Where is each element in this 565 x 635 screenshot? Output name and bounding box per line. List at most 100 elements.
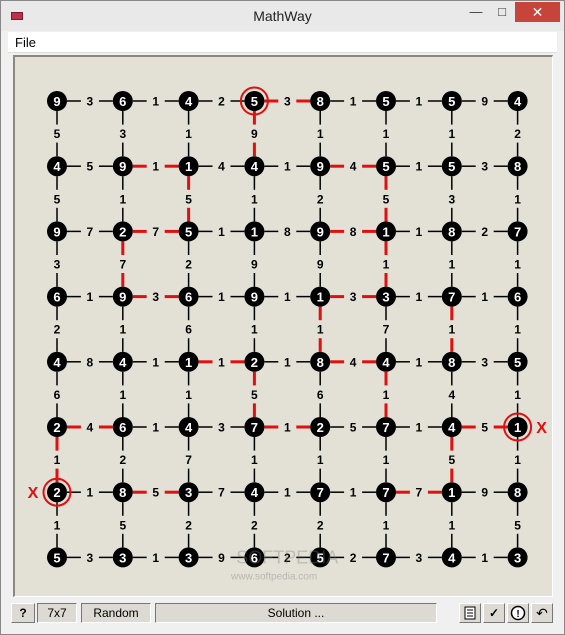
edge-value[interactable]: 5 — [185, 192, 192, 206]
edge-value[interactable]: 4 — [218, 160, 225, 174]
edge-value[interactable]: 3 — [481, 160, 488, 174]
check-button[interactable]: ✓ — [483, 603, 505, 623]
edge-value[interactable]: 3 — [152, 290, 159, 304]
edge-value[interactable]: 1 — [514, 258, 521, 272]
edge-value[interactable]: 2 — [317, 192, 324, 206]
edge-value[interactable]: 1 — [152, 551, 159, 565]
edge-value[interactable]: 1 — [416, 225, 423, 239]
edge-value[interactable]: 1 — [152, 95, 159, 109]
edge-value[interactable]: 3 — [87, 95, 94, 109]
edge-value[interactable]: 7 — [185, 453, 192, 467]
edge-value[interactable]: 7 — [119, 258, 126, 272]
edge-value[interactable]: 3 — [87, 551, 94, 565]
edge-value[interactable]: 1 — [185, 127, 192, 141]
edge-value[interactable]: 1 — [514, 388, 521, 402]
edge-value[interactable]: 1 — [383, 127, 390, 141]
edge-value[interactable]: 1 — [350, 95, 357, 109]
edge-value[interactable]: 5 — [54, 192, 61, 206]
edge-value[interactable]: 1 — [87, 290, 94, 304]
edge-value[interactable]: 1 — [350, 486, 357, 500]
edge-value[interactable]: 1 — [284, 486, 291, 500]
edge-value[interactable]: 1 — [218, 225, 225, 239]
edge-value[interactable]: 1 — [119, 323, 126, 337]
edge-value[interactable]: 2 — [185, 258, 192, 272]
edge-value[interactable]: 2 — [54, 323, 61, 337]
edge-value[interactable]: 9 — [481, 486, 488, 500]
edge-value[interactable]: 1 — [152, 421, 159, 435]
edge-value[interactable]: 9 — [317, 258, 324, 272]
edge-value[interactable]: 5 — [152, 486, 159, 500]
edge-value[interactable]: 2 — [218, 95, 225, 109]
edge-value[interactable]: 1 — [514, 192, 521, 206]
edge-value[interactable]: 3 — [54, 258, 61, 272]
edge-value[interactable]: 1 — [383, 453, 390, 467]
edge-value[interactable]: 1 — [448, 127, 455, 141]
edge-value[interactable]: 5 — [54, 127, 61, 141]
edge-value[interactable]: 1 — [481, 551, 488, 565]
edge-value[interactable]: 5 — [448, 453, 455, 467]
edge-value[interactable]: 1 — [54, 518, 61, 532]
edge-value[interactable]: 5 — [383, 192, 390, 206]
edge-value[interactable]: 8 — [284, 225, 291, 239]
edge-value[interactable]: 2 — [185, 518, 192, 532]
edge-value[interactable]: 3 — [284, 95, 291, 109]
edge-value[interactable]: 7 — [87, 225, 94, 239]
edge-value[interactable]: 3 — [481, 355, 488, 369]
edge-value[interactable]: 1 — [87, 486, 94, 500]
edge-value[interactable]: 7 — [383, 323, 390, 337]
edge-value[interactable]: 5 — [119, 518, 126, 532]
edge-value[interactable]: 5 — [251, 388, 258, 402]
edge-value[interactable]: 4 — [448, 388, 455, 402]
edge-value[interactable]: 9 — [481, 95, 488, 109]
edge-value[interactable]: 1 — [284, 421, 291, 435]
edge-value[interactable]: 1 — [416, 160, 423, 174]
size-button[interactable]: 7x7 — [37, 603, 77, 623]
edge-value[interactable]: 1 — [152, 160, 159, 174]
edge-value[interactable]: 1 — [251, 323, 258, 337]
edge-value[interactable]: 5 — [350, 421, 357, 435]
edge-value[interactable]: 9 — [251, 127, 258, 141]
edge-value[interactable]: 1 — [383, 258, 390, 272]
hint-button[interactable]: ! — [507, 603, 529, 623]
edge-value[interactable]: 1 — [284, 355, 291, 369]
edge-value[interactable]: 1 — [416, 290, 423, 304]
edge-value[interactable]: 1 — [317, 453, 324, 467]
edge-value[interactable]: 6 — [317, 388, 324, 402]
edge-value[interactable]: 2 — [514, 127, 521, 141]
edge-value[interactable]: 1 — [448, 518, 455, 532]
edge-value[interactable]: 1 — [218, 355, 225, 369]
edge-value[interactable]: 8 — [87, 355, 94, 369]
edge-value[interactable]: 1 — [514, 323, 521, 337]
edge-value[interactable]: 2 — [481, 225, 488, 239]
edge-value[interactable]: 1 — [284, 160, 291, 174]
maximize-button[interactable]: □ — [489, 2, 515, 22]
edge-value[interactable]: 2 — [317, 518, 324, 532]
edge-value[interactable]: 3 — [350, 290, 357, 304]
edge-value[interactable]: 1 — [218, 290, 225, 304]
edge-value[interactable]: 1 — [416, 95, 423, 109]
edge-value[interactable]: 3 — [119, 127, 126, 141]
edge-value[interactable]: 7 — [218, 486, 225, 500]
edge-value[interactable]: 3 — [448, 192, 455, 206]
edge-value[interactable]: 7 — [416, 486, 423, 500]
minimize-button[interactable]: — — [463, 2, 489, 22]
edge-value[interactable]: 5 — [514, 518, 521, 532]
edge-value[interactable]: 7 — [152, 225, 159, 239]
edge-value[interactable]: 1 — [152, 355, 159, 369]
edge-value[interactable]: 1 — [317, 323, 324, 337]
edge-value[interactable]: 3 — [218, 421, 225, 435]
notepad-icon[interactable] — [459, 603, 481, 623]
edge-value[interactable]: 2 — [119, 453, 126, 467]
edge-value[interactable]: 1 — [251, 192, 258, 206]
edge-value[interactable]: 9 — [251, 258, 258, 272]
edge-value[interactable]: 2 — [251, 518, 258, 532]
edge-value[interactable]: 4 — [350, 160, 357, 174]
edge-value[interactable]: 6 — [54, 388, 61, 402]
edge-value[interactable]: 5 — [87, 160, 94, 174]
edge-value[interactable]: 1 — [284, 290, 291, 304]
menu-file[interactable]: File — [15, 35, 36, 50]
help-button[interactable]: ? — [11, 603, 35, 623]
edge-value[interactable]: 1 — [54, 453, 61, 467]
edge-value[interactable]: 1 — [416, 421, 423, 435]
edge-value[interactable]: 2 — [350, 551, 357, 565]
